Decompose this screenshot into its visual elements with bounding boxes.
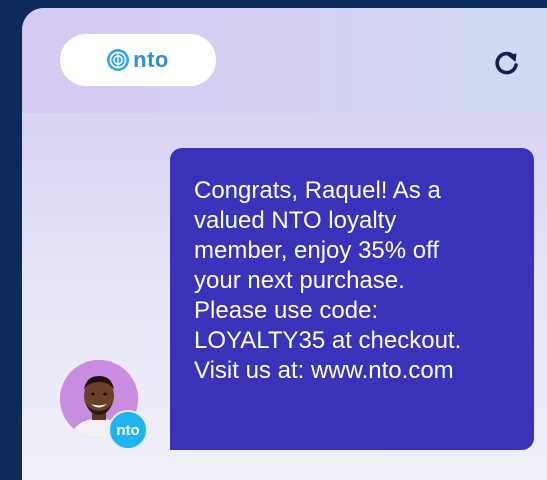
chat-header: nto bbox=[22, 8, 547, 113]
page: nto Congrats, Raquel! As a valued NTO lo… bbox=[0, 0, 547, 480]
brand-logo: nto bbox=[60, 34, 216, 86]
nto-globe-icon bbox=[107, 49, 130, 71]
refresh-icon[interactable] bbox=[492, 48, 522, 78]
sender-badge: nto bbox=[108, 410, 148, 450]
brand-logo-text: nto bbox=[133, 47, 169, 72]
chat-card: nto Congrats, Raquel! As a valued NTO lo… bbox=[22, 8, 547, 480]
message-bubble: Congrats, Raquel! As a valued NTO loyalt… bbox=[170, 148, 534, 450]
message-text: Congrats, Raquel! As a valued NTO loyalt… bbox=[194, 177, 462, 384]
